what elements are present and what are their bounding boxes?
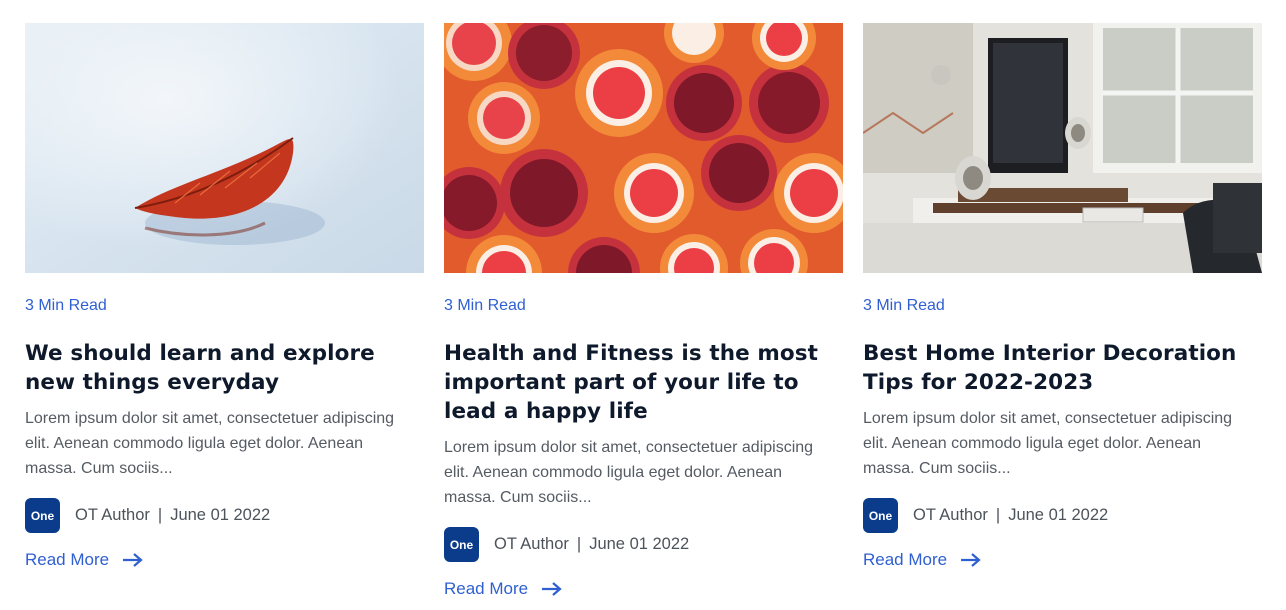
post-date: June 01 2022 [1008, 506, 1109, 524]
meta-separator: | [157, 506, 163, 524]
blog-card: 3 Min Read Best Home Interior Decoration… [863, 23, 1262, 599]
card-image-office[interactable] [863, 23, 1262, 273]
blog-card: 3 Min Read Health and Fitness is the mos… [444, 23, 843, 599]
post-date: June 01 2022 [589, 535, 690, 553]
card-meta: One OT Author | June 01 2022 [25, 498, 424, 533]
author-name[interactable]: OT Author [913, 506, 988, 525]
card-meta: One OT Author | June 01 2022 [863, 498, 1262, 533]
author-name[interactable]: OT Author [75, 506, 150, 525]
author-avatar[interactable]: One [863, 498, 898, 533]
card-excerpt: Lorem ipsum dolor sit amet, consectetuer… [444, 439, 814, 506]
blog-card: 3 Min Read We should learn and explore n… [25, 23, 424, 599]
read-more-label: Read More [863, 550, 948, 569]
card-image-fruit[interactable] [444, 23, 843, 273]
arrow-right-icon [123, 553, 143, 567]
author-avatar[interactable]: One [444, 527, 479, 562]
blog-card-grid: 3 Min Read We should learn and explore n… [25, 23, 1262, 599]
card-title[interactable]: We should learn and explore new things e… [25, 339, 424, 397]
card-excerpt: Lorem ipsum dolor sit amet, consectetuer… [25, 410, 395, 477]
post-date: June 01 2022 [170, 506, 271, 524]
read-more-link[interactable]: Read More [25, 550, 143, 570]
read-time: 3 Min Read [25, 297, 107, 314]
author-avatar[interactable]: One [25, 498, 60, 533]
read-more-label: Read More [444, 579, 529, 598]
author-name[interactable]: OT Author [494, 535, 569, 554]
read-time: 3 Min Read [444, 297, 526, 314]
arrow-right-icon [542, 582, 562, 596]
meta-separator: | [995, 506, 1001, 524]
card-title[interactable]: Best Home Interior Decoration Tips for 2… [863, 339, 1262, 397]
card-image-leaf[interactable] [25, 23, 424, 273]
read-time: 3 Min Read [863, 297, 945, 314]
arrow-right-icon [961, 553, 981, 567]
read-more-label: Read More [25, 550, 110, 569]
card-title[interactable]: Health and Fitness is the most important… [444, 339, 843, 426]
read-more-link[interactable]: Read More [444, 579, 562, 599]
card-excerpt: Lorem ipsum dolor sit amet, consectetuer… [863, 410, 1233, 477]
read-more-link[interactable]: Read More [863, 550, 981, 570]
card-meta: One OT Author | June 01 2022 [444, 527, 843, 562]
meta-separator: | [576, 535, 582, 553]
